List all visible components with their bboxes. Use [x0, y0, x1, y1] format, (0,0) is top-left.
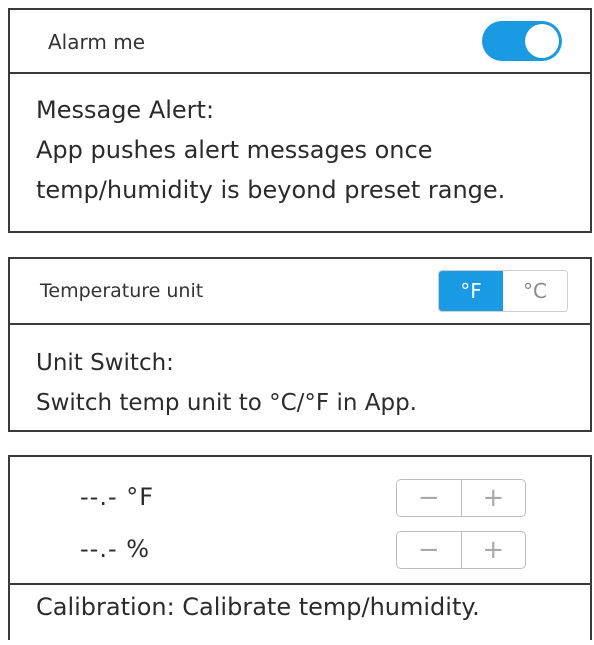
alarm-desc-title: Message Alert: — [36, 96, 215, 124]
unit-panel: Temperature unit °F °C Unit Switch: Swit… — [8, 257, 592, 432]
humidity-increase-button[interactable]: + — [460, 532, 526, 568]
temperature-calibration-row: --.- °F − + — [10, 477, 590, 523]
alarm-toggle[interactable] — [482, 21, 562, 61]
unit-row: Temperature unit °F °C — [10, 259, 590, 325]
alarm-label: Alarm me — [48, 30, 145, 54]
unit-description: Unit Switch: Switch temp unit to °C/°F i… — [36, 343, 570, 423]
unit-label: Temperature unit — [40, 280, 204, 302]
alarm-row: Alarm me — [10, 10, 590, 74]
humidity-decrease-button[interactable]: − — [397, 532, 461, 568]
toggle-knob — [525, 24, 559, 58]
alarm-panel: Alarm me Message Alert: App pushes alert… — [8, 8, 592, 233]
unit-desc-title: Unit Switch: — [36, 350, 174, 376]
calibration-panel: --.- °F − + --.- % − + Calibration: Cali… — [8, 455, 592, 640]
unit-option-fahrenheit[interactable]: °F — [439, 271, 503, 311]
unit-desc-line1: Switch temp unit to °C/°F in App. — [36, 390, 417, 416]
humidity-calibration-row: --.- % − + — [10, 529, 590, 575]
unit-segmented-control: °F °C — [438, 270, 568, 312]
humidity-offset-value: --.- % — [80, 535, 151, 563]
alarm-desc-line1: App pushes alert messages once — [36, 136, 433, 164]
unit-option-celsius[interactable]: °C — [503, 271, 567, 311]
alarm-desc-line2: temp/humidity is beyond preset range. — [36, 176, 506, 204]
temperature-increase-button[interactable]: + — [460, 480, 526, 516]
temperature-offset-value: --.- °F — [80, 483, 155, 511]
temperature-decrease-button[interactable]: − — [397, 480, 461, 516]
alarm-description: Message Alert: App pushes alert messages… — [36, 90, 570, 210]
calibration-description: Calibration: Calibrate temp/humidity. — [36, 593, 480, 621]
calibration-footer: Calibration: Calibrate temp/humidity. — [10, 583, 590, 645]
temperature-stepper: − + — [396, 479, 526, 517]
humidity-stepper: − + — [396, 531, 526, 569]
